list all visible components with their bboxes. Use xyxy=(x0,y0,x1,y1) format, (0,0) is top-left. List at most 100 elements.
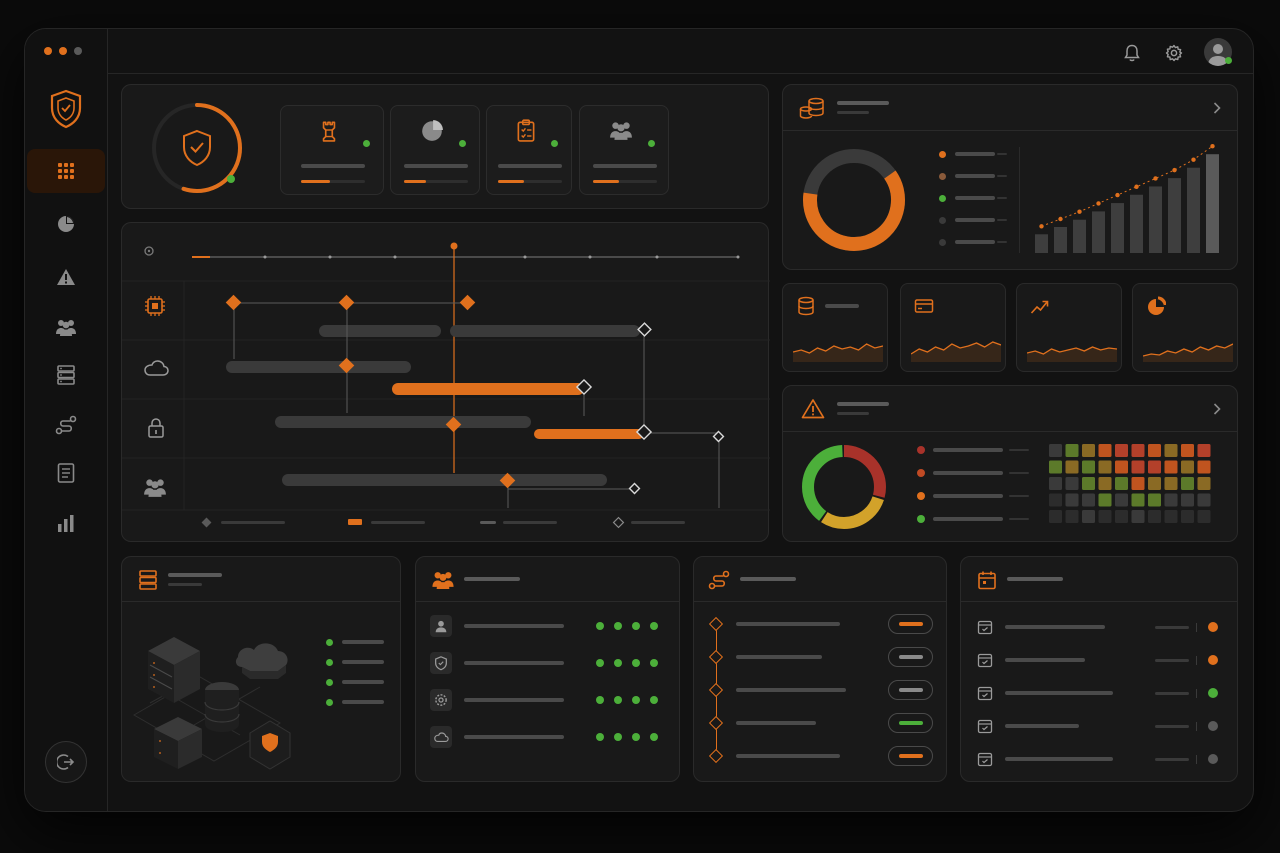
heatmap-cell[interactable] xyxy=(1115,477,1128,490)
nav-statistics[interactable] xyxy=(25,501,107,545)
schedule-status-dot[interactable] xyxy=(1208,721,1218,731)
heatmap-cell[interactable] xyxy=(1164,493,1178,507)
schedule-status-dot[interactable] xyxy=(1208,688,1218,698)
nav-alerts[interactable] xyxy=(25,255,107,299)
heatmap-cell[interactable] xyxy=(1197,460,1211,474)
user-status-dot[interactable] xyxy=(632,622,640,630)
heatmap-cell[interactable] xyxy=(1131,444,1145,457)
heatmap-cell[interactable] xyxy=(1131,460,1145,474)
settings-button[interactable] xyxy=(1162,41,1186,65)
heatmap-cell[interactable] xyxy=(1197,493,1211,507)
user-status-dot[interactable] xyxy=(650,622,658,630)
status-card[interactable] xyxy=(486,105,572,195)
heatmap-cell[interactable] xyxy=(1164,477,1178,490)
storage-bar[interactable] xyxy=(1187,167,1200,253)
heatmap-cell[interactable] xyxy=(1098,510,1112,523)
heatmap-cell[interactable] xyxy=(1098,477,1112,490)
schedule-status-dot[interactable] xyxy=(1208,754,1218,764)
storage-bar[interactable] xyxy=(1206,154,1219,253)
heatmap-cell[interactable] xyxy=(1065,460,1079,474)
user-status-dot[interactable] xyxy=(632,696,640,704)
metric-card[interactable] xyxy=(782,283,888,372)
user-status-dot[interactable] xyxy=(632,733,640,741)
heatmap-cell[interactable] xyxy=(1181,493,1194,507)
storage-bar[interactable] xyxy=(1035,234,1048,253)
alerts-donut-chart[interactable] xyxy=(799,442,889,532)
heatmap-cell[interactable] xyxy=(1197,477,1211,490)
nav-routes[interactable] xyxy=(25,403,107,447)
notifications-button[interactable] xyxy=(1120,41,1144,65)
alerts-heatmap[interactable] xyxy=(1049,444,1219,528)
heatmap-cell[interactable] xyxy=(1065,510,1079,523)
workflow-step-marker[interactable] xyxy=(708,748,724,764)
storage-bar[interactable] xyxy=(1092,211,1105,253)
storage-bar[interactable] xyxy=(1111,203,1124,253)
workflow-step-marker[interactable] xyxy=(708,715,724,731)
alerts-expand-button[interactable] xyxy=(1209,400,1225,418)
heatmap-cell[interactable] xyxy=(1065,477,1079,490)
heatmap-cell[interactable] xyxy=(1164,510,1178,523)
storage-bar[interactable] xyxy=(1073,219,1086,253)
heatmap-cell[interactable] xyxy=(1049,493,1062,507)
schedule-status-dot[interactable] xyxy=(1208,622,1218,632)
heatmap-cell[interactable] xyxy=(1164,444,1178,457)
heatmap-cell[interactable] xyxy=(1181,477,1194,490)
metric-card[interactable] xyxy=(900,283,1006,372)
window-dot-maximize[interactable] xyxy=(74,47,82,55)
heatmap-cell[interactable] xyxy=(1181,444,1194,457)
heatmap-cell[interactable] xyxy=(1164,460,1178,474)
window-dot-close[interactable] xyxy=(44,47,52,55)
user-status-dot[interactable] xyxy=(650,733,658,741)
heatmap-cell[interactable] xyxy=(1131,510,1145,523)
user-status-dot[interactable] xyxy=(614,659,622,667)
heatmap-cell[interactable] xyxy=(1049,510,1062,523)
schedule-status-dot[interactable] xyxy=(1208,655,1218,665)
heatmap-cell[interactable] xyxy=(1082,444,1095,457)
workflow-status-pill[interactable] xyxy=(888,713,933,733)
storage-bar[interactable] xyxy=(1130,194,1143,253)
heatmap-cell[interactable] xyxy=(1049,460,1062,474)
user-status-dot[interactable] xyxy=(596,622,604,630)
heatmap-cell[interactable] xyxy=(1065,493,1079,507)
user-status-dot[interactable] xyxy=(596,659,604,667)
status-card[interactable] xyxy=(390,105,480,195)
heatmap-cell[interactable] xyxy=(1131,493,1145,507)
storage-bar[interactable] xyxy=(1149,186,1162,253)
heatmap-cell[interactable] xyxy=(1098,460,1112,474)
heatmap-cell[interactable] xyxy=(1049,477,1062,490)
status-card[interactable] xyxy=(579,105,669,195)
heatmap-cell[interactable] xyxy=(1148,510,1161,523)
heatmap-cell[interactable] xyxy=(1049,444,1062,457)
heatmap-cell[interactable] xyxy=(1082,510,1095,523)
nav-servers[interactable] xyxy=(25,353,107,397)
storage-expand-button[interactable] xyxy=(1209,99,1225,117)
heatmap-cell[interactable] xyxy=(1098,493,1112,507)
heatmap-cell[interactable] xyxy=(1082,493,1095,507)
workflow-step-marker[interactable] xyxy=(708,682,724,698)
storage-bar[interactable] xyxy=(1054,227,1067,253)
workflow-status-pill[interactable] xyxy=(888,647,933,667)
heatmap-cell[interactable] xyxy=(1197,510,1211,523)
heatmap-cell[interactable] xyxy=(1148,444,1161,457)
nav-users[interactable] xyxy=(25,305,107,349)
heatmap-cell[interactable] xyxy=(1098,444,1112,457)
workflow-status-pill[interactable] xyxy=(888,746,933,766)
nav-dashboard[interactable] xyxy=(27,149,105,193)
user-status-dot[interactable] xyxy=(632,659,640,667)
heatmap-cell[interactable] xyxy=(1082,477,1095,490)
heatmap-cell[interactable] xyxy=(1181,460,1194,474)
heatmap-cell[interactable] xyxy=(1065,444,1079,457)
heatmap-cell[interactable] xyxy=(1115,493,1128,507)
window-dot-minimize[interactable] xyxy=(59,47,67,55)
heatmap-cell[interactable] xyxy=(1148,477,1161,490)
workflow-step-marker[interactable] xyxy=(708,649,724,665)
storage-bar-chart[interactable] xyxy=(1031,143,1227,259)
heatmap-cell[interactable] xyxy=(1197,444,1211,457)
workflow-status-pill[interactable] xyxy=(888,614,933,634)
heatmap-cell[interactable] xyxy=(1148,493,1161,507)
user-status-dot[interactable] xyxy=(614,733,622,741)
storage-bar[interactable] xyxy=(1168,178,1181,253)
user-status-dot[interactable] xyxy=(614,622,622,630)
metric-card[interactable] xyxy=(1016,283,1122,372)
user-status-dot[interactable] xyxy=(650,696,658,704)
